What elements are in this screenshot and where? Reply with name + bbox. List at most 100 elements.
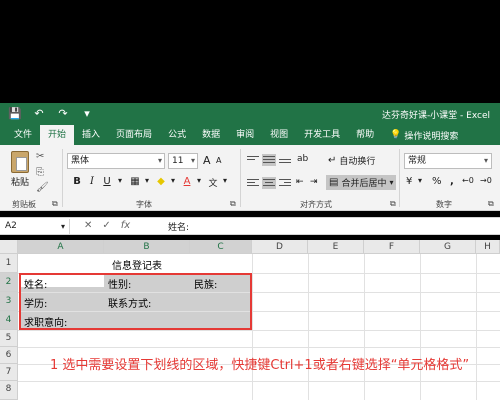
- tab-review[interactable]: 审阅: [228, 125, 262, 145]
- gridline: [308, 254, 309, 400]
- underline-button[interactable]: U: [100, 176, 114, 187]
- title-bar: 💾 ↶ ↷ ▾ 达芬奇好课-小课堂 - Excel: [0, 103, 500, 125]
- row-header-1[interactable]: 1: [0, 254, 18, 273]
- tab-data[interactable]: 数据: [194, 125, 228, 145]
- lightbulb-icon: 💡: [390, 130, 402, 140]
- quick-access-toolbar: 💾 ↶ ↷ ▾: [8, 107, 94, 120]
- font-name-select[interactable]: 黑体 ▾: [67, 153, 165, 169]
- column-header-f[interactable]: F: [364, 240, 420, 254]
- tell-me-search[interactable]: 💡 操作说明搜索: [382, 129, 458, 142]
- redo-icon[interactable]: ↷: [56, 107, 70, 120]
- gridline: [476, 254, 477, 400]
- bold-button[interactable]: B: [70, 176, 84, 187]
- cell-b1[interactable]: 信息登记表: [112, 257, 162, 272]
- wrap-text-label: 自动换行: [339, 157, 376, 167]
- customize-qat-icon[interactable]: ▾: [80, 107, 94, 120]
- worksheet-grid[interactable]: A B C D E F G H 1 2 3 4 5 6 7 8 信息登记表 姓名…: [0, 240, 500, 400]
- chevron-down-icon[interactable]: ▾: [113, 176, 127, 185]
- tab-page-layout[interactable]: 页面布局: [108, 125, 160, 145]
- cut-icon[interactable]: ✂: [36, 151, 44, 162]
- tab-help[interactable]: 帮助: [348, 125, 382, 145]
- name-box[interactable]: A2 ▾: [2, 219, 70, 234]
- chevron-down-icon[interactable]: ▾: [218, 176, 232, 185]
- shrink-font-icon[interactable]: A: [216, 156, 221, 165]
- paste-button[interactable]: 粘贴: [8, 151, 32, 188]
- chevron-down-icon: ▾: [157, 156, 162, 165]
- percent-icon[interactable]: %: [432, 176, 442, 187]
- row-header-2[interactable]: 2: [0, 273, 18, 292]
- tell-me-label: 操作说明搜索: [404, 131, 459, 142]
- chevron-down-icon[interactable]: ▾: [140, 176, 154, 185]
- format-painter-icon[interactable]: 🖌: [36, 182, 49, 193]
- chevron-down-icon[interactable]: ▾: [166, 176, 180, 185]
- divider: [62, 149, 63, 207]
- row-header-7[interactable]: 7: [0, 364, 18, 381]
- gridline: [18, 381, 500, 382]
- tab-home[interactable]: 开始: [40, 125, 75, 145]
- tab-file[interactable]: 文件: [6, 125, 40, 145]
- tab-formulas[interactable]: 公式: [160, 125, 194, 145]
- align-right-icon[interactable]: [278, 177, 292, 189]
- chevron-down-icon[interactable]: ▾: [192, 176, 206, 185]
- decrease-decimal-icon[interactable]: →0: [480, 176, 492, 185]
- row-header-6[interactable]: 6: [0, 347, 18, 364]
- row-header-3[interactable]: 3: [0, 292, 18, 311]
- home-ribbon: 粘贴 ✂ ⎘ 🖌 剪贴板 ⧉ 黑体 ▾ 11 ▾ A A B I U ▾ ▦ ▾…: [0, 145, 500, 211]
- row-header-4[interactable]: 4: [0, 311, 18, 330]
- number-format-select[interactable]: 常规 ▾: [404, 153, 492, 169]
- chevron-down-icon: ▾: [483, 156, 488, 165]
- grow-font-icon[interactable]: A: [203, 154, 211, 167]
- italic-button[interactable]: I: [85, 176, 99, 187]
- font-launcher-icon[interactable]: ⧉: [230, 199, 236, 209]
- middle-align-icon[interactable]: [262, 154, 276, 166]
- undo-icon[interactable]: ↶: [32, 107, 46, 120]
- align-left-icon[interactable]: [246, 177, 260, 189]
- tab-view[interactable]: 视图: [262, 125, 296, 145]
- column-header-d[interactable]: D: [252, 240, 308, 254]
- align-center-icon[interactable]: [262, 177, 276, 189]
- tab-developer[interactable]: 开发工具: [296, 125, 348, 145]
- number-format-value: 常规: [408, 156, 427, 166]
- tab-insert[interactable]: 插入: [74, 125, 108, 145]
- number-launcher-icon[interactable]: ⧉: [488, 199, 494, 209]
- formula-input[interactable]: 姓名:: [168, 220, 189, 233]
- copy-icon[interactable]: ⎘: [36, 167, 44, 178]
- number-group-label: 数字: [436, 200, 452, 209]
- cancel-icon[interactable]: ✕: [84, 220, 92, 231]
- increase-decimal-icon[interactable]: ←0: [462, 176, 474, 185]
- enter-icon[interactable]: ✓: [102, 220, 110, 231]
- ribbon-tabs: 文件 开始 插入 页面布局 公式 数据 审阅 视图 开发工具 帮助 💡 操作说明…: [0, 125, 500, 145]
- gridline: [18, 330, 500, 331]
- decrease-indent-icon[interactable]: ⇤: [296, 177, 304, 187]
- select-all-corner[interactable]: [0, 240, 18, 254]
- column-header-h[interactable]: H: [476, 240, 500, 254]
- column-header-g[interactable]: G: [420, 240, 476, 254]
- clipboard-icon: [11, 151, 29, 173]
- top-align-icon[interactable]: [246, 154, 260, 166]
- save-icon[interactable]: 💾: [8, 107, 22, 120]
- merge-icon: ▤: [329, 177, 339, 188]
- font-size-select[interactable]: 11 ▾: [168, 153, 198, 169]
- column-header-b[interactable]: B: [104, 240, 190, 254]
- comma-style-icon[interactable]: ,: [450, 176, 454, 187]
- chevron-down-icon[interactable]: ▾: [418, 176, 422, 185]
- gridline: [18, 347, 500, 348]
- black-banner: [0, 0, 500, 103]
- row-header-5[interactable]: 5: [0, 330, 18, 347]
- alignment-launcher-icon[interactable]: ⧉: [390, 199, 396, 209]
- divider: [399, 149, 400, 207]
- merge-center-button[interactable]: ▤ 合并后居中 ▾: [326, 175, 397, 190]
- chevron-down-icon: ▾: [389, 178, 394, 187]
- instruction-note: 1 选中需要设置下划线的区域，快捷键Ctrl+1或者右键选择“单元格格式”: [50, 358, 470, 373]
- orientation-icon[interactable]: ab: [297, 154, 308, 164]
- insert-function-icon[interactable]: fx: [121, 220, 130, 231]
- row-header-8[interactable]: 8: [0, 381, 18, 400]
- clipboard-launcher-icon[interactable]: ⧉: [52, 199, 58, 209]
- currency-icon[interactable]: ¥: [406, 176, 412, 187]
- wrap-text-button[interactable]: ↵ 自动换行: [328, 154, 375, 167]
- column-header-a[interactable]: A: [18, 240, 104, 254]
- column-header-c[interactable]: C: [190, 240, 252, 254]
- increase-indent-icon[interactable]: ⇥: [310, 177, 318, 187]
- column-header-e[interactable]: E: [308, 240, 364, 254]
- bottom-align-icon[interactable]: [278, 154, 292, 166]
